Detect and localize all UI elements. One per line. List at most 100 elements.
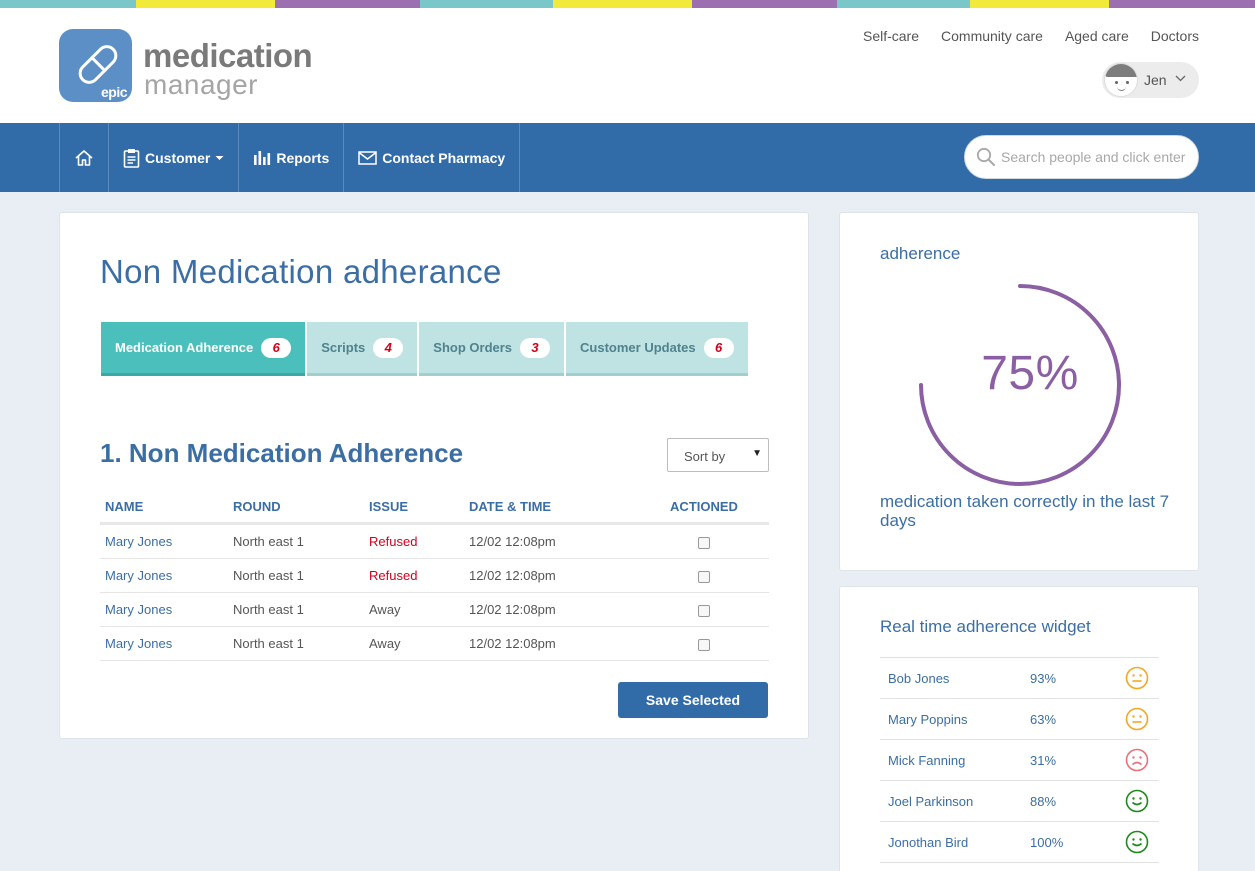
stripe-segment xyxy=(970,0,1109,8)
logo-epic-text: epic xyxy=(100,84,128,100)
adherence-table: NAME ROUND ISSUE DATE & TIME ACTIONED Ma… xyxy=(100,491,769,661)
actioned-checkbox[interactable] xyxy=(698,638,710,651)
realtime-row: Jonothan Bird 100% xyxy=(880,822,1159,863)
main-navbar: Customer Reports Contact Pharmacy xyxy=(0,123,1255,192)
tab-medication-adherence[interactable]: Medication Adherence 6 xyxy=(101,322,306,376)
search-input[interactable] xyxy=(1001,146,1187,168)
nav-contact-pharmacy-label: Contact Pharmacy xyxy=(382,149,506,166)
stripe-segment xyxy=(553,0,692,8)
table-row: Mary Jones North east 1 Away 12/02 12:08pm xyxy=(100,593,769,627)
column-header-date-time[interactable]: DATE & TIME xyxy=(469,499,639,514)
realtime-name[interactable]: Mary Poppins xyxy=(880,712,1030,727)
nav-customer[interactable]: Customer xyxy=(109,123,240,192)
sort-by-select[interactable]: Sort by ▼ xyxy=(667,438,769,472)
realtime-percent: 88% xyxy=(1030,793,1057,809)
user-menu[interactable]: Jen xyxy=(1102,62,1199,98)
table-row: Mary Jones North east 1 Away 12/02 12:08pm xyxy=(100,627,769,661)
column-header-issue[interactable]: ISSUE xyxy=(369,499,469,514)
nav-home[interactable] xyxy=(60,123,109,192)
realtime-name[interactable]: Joel Parkinson xyxy=(880,794,1030,809)
header: epic medication manager Self-care Commun… xyxy=(0,8,1255,123)
row-issue: Refused xyxy=(369,568,418,583)
realtime-name[interactable]: Mick Fanning xyxy=(880,753,1030,768)
user-name: Jen xyxy=(1144,72,1167,88)
row-round: North east 1 xyxy=(233,602,304,617)
adherence-card: adherence 75% medication taken correctly… xyxy=(839,212,1199,571)
row-datetime: 12/02 12:08pm xyxy=(469,568,556,583)
realtime-name[interactable]: Jonothan Bird xyxy=(880,835,1030,850)
stripe-segment xyxy=(837,0,970,8)
stripe-segment xyxy=(136,0,275,8)
row-datetime: 12/02 12:08pm xyxy=(469,602,556,617)
count-badge: 4 xyxy=(373,337,404,358)
realtime-percent: 31% xyxy=(1030,752,1057,768)
main-panel: Non Medication adherance Medication Adhe… xyxy=(59,212,809,739)
caret-down-icon: ▼ xyxy=(752,448,762,459)
actioned-checkbox[interactable] xyxy=(698,536,710,549)
top-link-community-care[interactable]: Community care xyxy=(941,28,1043,44)
tab-shop-orders[interactable]: Shop Orders 3 xyxy=(419,322,565,376)
realtime-percent: 100% xyxy=(1030,834,1064,850)
column-header-actioned[interactable]: ACTIONED xyxy=(639,499,769,514)
realtime-percent: 93% xyxy=(1030,670,1057,686)
clipboard-icon xyxy=(123,148,140,168)
people-search[interactable] xyxy=(964,135,1199,179)
column-header-round[interactable]: ROUND xyxy=(233,499,369,514)
row-issue: Away xyxy=(369,602,401,617)
stripe-segment xyxy=(275,0,420,8)
section-title: 1. Non Medication Adherence xyxy=(100,438,464,468)
row-round: North east 1 xyxy=(233,534,304,549)
sad-face-icon xyxy=(1125,748,1149,775)
tab-label: Scripts xyxy=(321,340,366,355)
search-icon xyxy=(976,147,996,172)
adherence-title: adherence xyxy=(880,244,961,263)
realtime-adherence-card: Real time adherence widget Bob Jones 93% M… xyxy=(839,586,1199,871)
tab-label: Medication Adherence xyxy=(115,340,254,355)
realtime-row: Mick Fanning 31% xyxy=(880,740,1159,781)
neutral-face-icon xyxy=(1125,707,1149,734)
actioned-checkbox[interactable] xyxy=(698,570,710,583)
tab-customer-updates[interactable]: Customer Updates 6 xyxy=(566,322,748,376)
save-selected-button[interactable]: Save Selected xyxy=(618,682,768,718)
realtime-title: Real time adherence widget xyxy=(880,617,1091,636)
bar-chart-icon xyxy=(253,150,271,166)
neutral-face-icon xyxy=(1125,666,1149,693)
row-issue: Refused xyxy=(369,534,418,549)
stripe-segment xyxy=(692,0,837,8)
logo-word-manager: manager xyxy=(144,69,259,100)
chevron-down-icon xyxy=(1175,71,1186,88)
top-link-aged-care[interactable]: Aged care xyxy=(1065,28,1129,44)
nav-contact-pharmacy[interactable]: Contact Pharmacy xyxy=(344,123,521,192)
tab-scripts[interactable]: Scripts 4 xyxy=(307,322,418,376)
tab-bar: Medication Adherence 6 Scripts 4 Shop Or… xyxy=(101,322,748,376)
row-datetime: 12/02 12:08pm xyxy=(469,534,556,549)
table-row: Mary Jones North east 1 Refused 12/02 12:08… xyxy=(100,559,769,593)
logo-word-medication: medication xyxy=(143,37,313,74)
top-link-doctors[interactable]: Doctors xyxy=(1151,28,1199,44)
row-name[interactable]: Mary Jones xyxy=(100,602,233,617)
caret-down-icon xyxy=(215,155,224,161)
column-header-name[interactable]: NAME xyxy=(100,499,233,514)
tab-label: Customer Updates xyxy=(580,340,696,355)
envelope-icon xyxy=(358,150,378,165)
realtime-name[interactable]: Bob Jones xyxy=(880,671,1030,686)
top-links: Self-care Community care Aged care Docto… xyxy=(863,28,1199,44)
realtime-row: Joel Parkinson 88% xyxy=(880,781,1159,822)
nav-customer-label: Customer xyxy=(145,149,211,166)
count-badge: 6 xyxy=(261,337,292,358)
row-name[interactable]: Mary Jones xyxy=(100,568,233,583)
actioned-checkbox[interactable] xyxy=(698,604,710,617)
adherence-description: medication taken correctly in the last 7… xyxy=(880,492,1170,530)
pill-logo-icon: epic xyxy=(59,29,132,102)
tab-label: Shop Orders xyxy=(433,340,513,355)
realtime-row: Mary Poppins 63% xyxy=(880,699,1159,740)
app-logo[interactable]: epic medication manager xyxy=(59,29,319,105)
count-badge: 3 xyxy=(520,337,551,358)
user-avatar-icon xyxy=(1104,63,1138,97)
top-link-self-care[interactable]: Self-care xyxy=(863,28,919,44)
row-name[interactable]: Mary Jones xyxy=(100,534,233,549)
nav-reports[interactable]: Reports xyxy=(239,123,345,192)
row-round: North east 1 xyxy=(233,636,304,651)
row-name[interactable]: Mary Jones xyxy=(100,636,233,651)
stripe-segment xyxy=(420,0,553,8)
